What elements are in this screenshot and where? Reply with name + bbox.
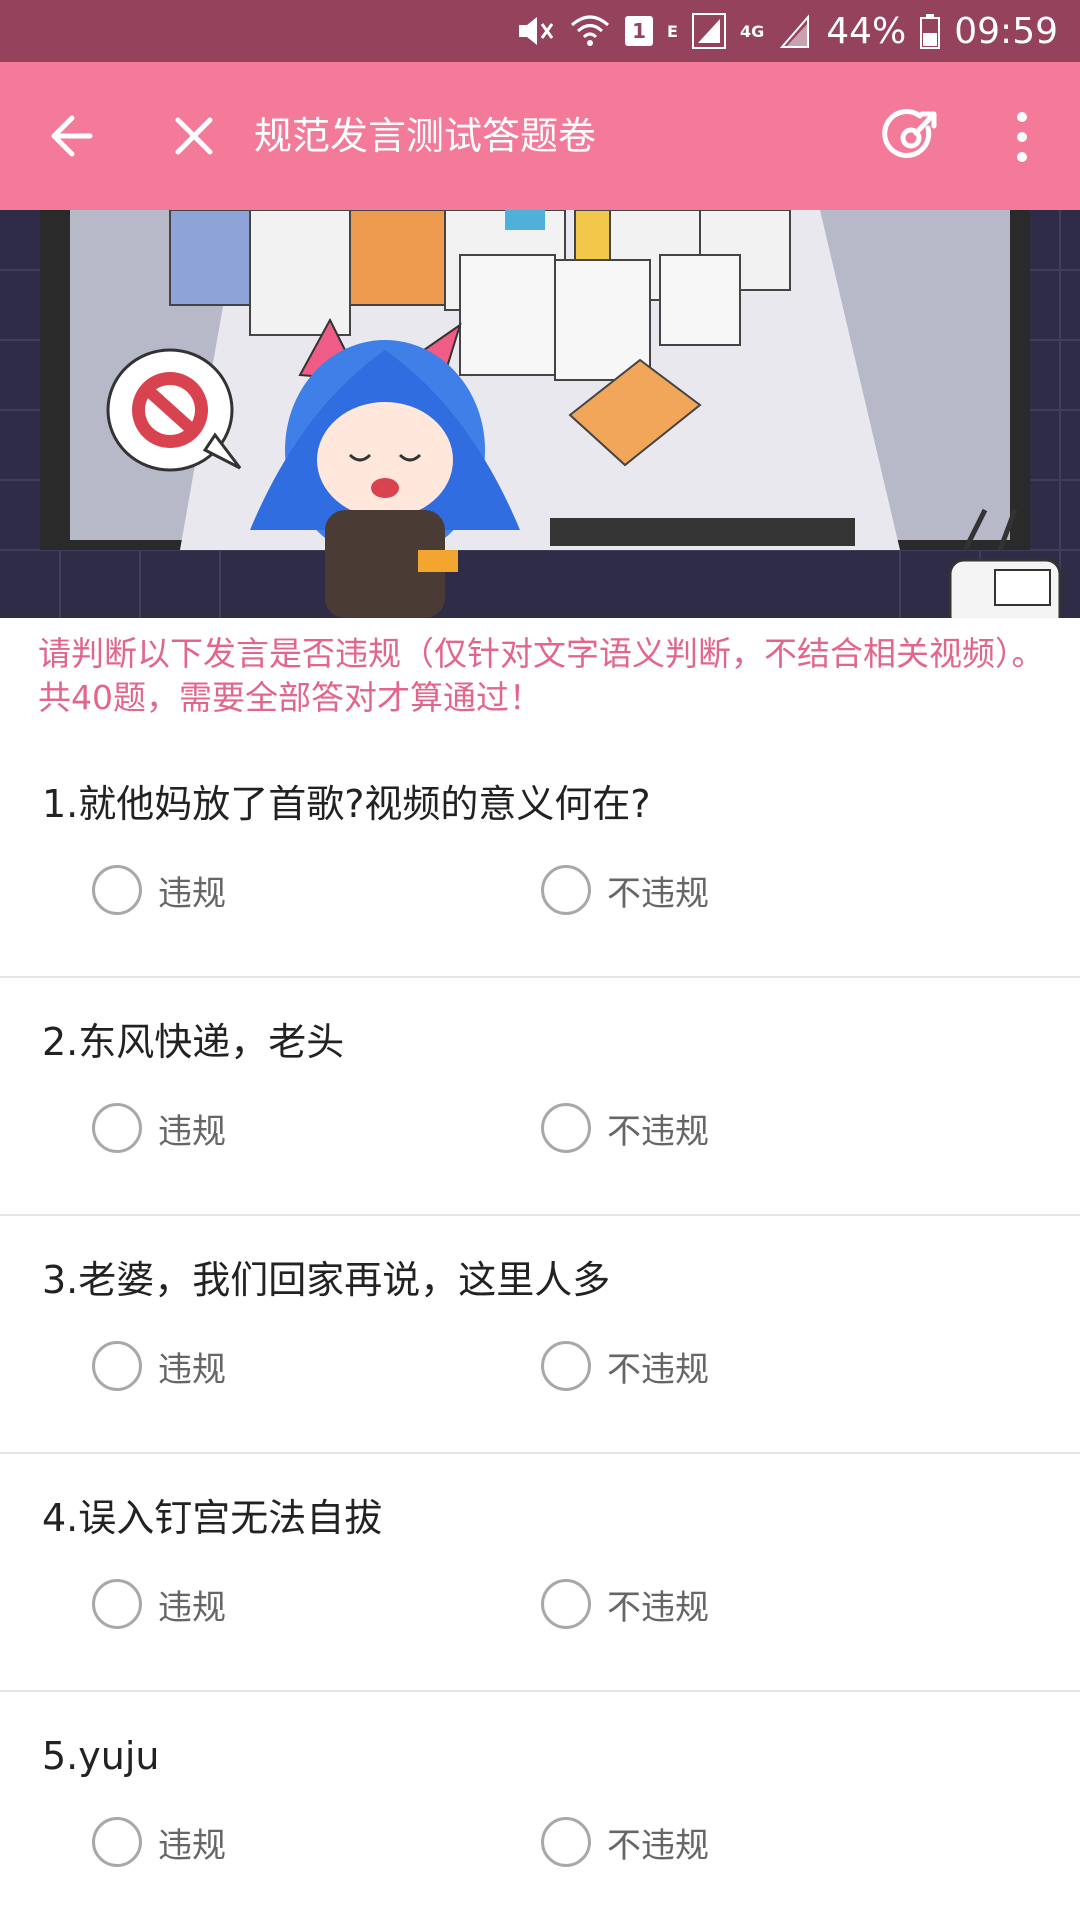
question-text: 5.yuju (42, 1734, 160, 1778)
option-violation[interactable]: 违规 (92, 1102, 226, 1154)
question-item: 4.误入钉宫无法自拔 违规 不违规 (0, 1454, 1080, 1692)
battery-percent: 44% (826, 10, 907, 52)
option-label: 违规 (158, 1111, 226, 1152)
question-item: 5.yuju 违规 不违规 (0, 1692, 1080, 1920)
option-no-violation[interactable]: 不违规 (541, 1816, 709, 1868)
option-label: 不违规 (607, 1111, 709, 1152)
radio-button[interactable] (541, 1817, 591, 1867)
radio-button[interactable] (541, 1579, 591, 1629)
more-vertical-icon (1017, 112, 1027, 162)
option-label: 不违规 (607, 1349, 709, 1390)
option-violation[interactable]: 违规 (92, 1578, 226, 1630)
radio-button[interactable] (541, 865, 591, 915)
option-no-violation[interactable]: 不违规 (541, 864, 709, 916)
question-text: 2.东风快递，老头 (42, 1020, 345, 1064)
question-item: 2.东风快递，老头 违规 不违规 (0, 978, 1080, 1216)
radio-button[interactable] (92, 865, 142, 915)
question-item: 1.就他妈放了首歌?视频的意义何在? 违规 不违规 (0, 740, 1080, 978)
option-violation[interactable]: 违规 (92, 1340, 226, 1392)
radio-button[interactable] (92, 1817, 142, 1867)
option-label: 违规 (158, 1825, 226, 1866)
radio-button[interactable] (92, 1341, 142, 1391)
banner-illustration (0, 210, 1080, 618)
radio-button[interactable] (92, 1103, 142, 1153)
network-e-label: E (667, 21, 678, 41)
option-label: 不违规 (607, 1825, 709, 1866)
radio-button[interactable] (541, 1103, 591, 1153)
question-text: 1.就他妈放了首歌?视频的意义何在? (42, 782, 651, 826)
close-button[interactable] (160, 102, 228, 170)
close-icon (175, 117, 213, 155)
option-label: 违规 (158, 1349, 226, 1390)
option-no-violation[interactable]: 不违规 (541, 1102, 709, 1154)
battery-icon (920, 13, 941, 49)
sim-slot-badge: 1 (625, 16, 654, 46)
option-violation[interactable]: 违规 (92, 864, 226, 916)
arrow-left-icon (51, 115, 93, 157)
option-violation[interactable]: 违规 (92, 1816, 226, 1868)
option-label: 违规 (158, 1587, 226, 1628)
option-no-violation[interactable]: 不违规 (541, 1340, 709, 1392)
clock: 09:59 (954, 10, 1058, 52)
question-text: 3.老婆，我们回家再说，这里人多 (42, 1258, 611, 1302)
page-title: 规范发言测试答题卷 (254, 114, 597, 158)
app-bar: 规范发言测试答题卷 (0, 62, 1080, 210)
question-text: 4.误入钉宫无法自拔 (42, 1496, 383, 1540)
more-options-button[interactable] (1002, 102, 1042, 172)
option-label: 不违规 (607, 1587, 709, 1628)
option-label: 违规 (158, 873, 226, 914)
radio-button[interactable] (92, 1579, 142, 1629)
option-label: 不违规 (607, 873, 709, 914)
signal-bars-icon (778, 13, 812, 49)
network-4g-label: 4G (739, 21, 765, 41)
mute-icon (515, 13, 555, 49)
share-button[interactable] (876, 102, 946, 172)
status-bar: 1 E 4G 44% 09:59 (0, 0, 1080, 62)
wifi-icon (569, 13, 611, 49)
instruction-notice: 请判断以下发言是否违规（仅针对文字语义判断，不结合相关视频）。共40题，需要全部… (38, 634, 1045, 717)
radio-button[interactable] (541, 1341, 591, 1391)
option-no-violation[interactable]: 不违规 (541, 1578, 709, 1630)
share-icon (882, 109, 937, 158)
signal-icon (691, 13, 726, 49)
back-button[interactable] (40, 102, 108, 170)
question-item: 3.老婆，我们回家再说，这里人多 违规 不违规 (0, 1216, 1080, 1454)
